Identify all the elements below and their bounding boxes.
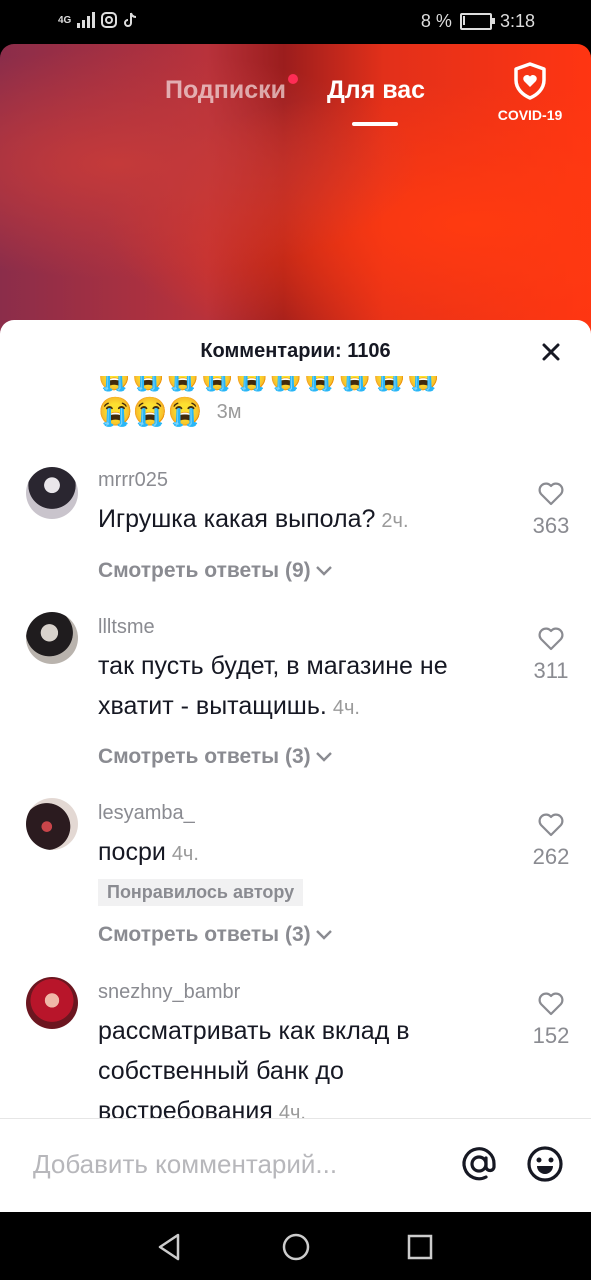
emoji-icon[interactable] — [526, 1145, 564, 1183]
comment-text: так пусть будет, в магазине не хватит - … — [98, 652, 448, 720]
like-count: 262 — [532, 844, 570, 869]
status-right: 8 % 3:18 — [421, 11, 535, 32]
liked-by-author-badge: Понравилось автору — [98, 879, 304, 906]
tab-following[interactable]: Подписки — [165, 76, 286, 105]
covid-label: COVID-19 — [497, 107, 563, 123]
home-icon[interactable] — [281, 1232, 311, 1262]
comment-username[interactable]: llltsme — [98, 616, 155, 639]
like-button[interactable]: 262 — [522, 812, 580, 870]
shield-heart-icon — [514, 62, 546, 100]
heart-icon — [538, 627, 564, 651]
like-button[interactable]: 363 — [522, 481, 580, 539]
network-label: 4G — [58, 14, 72, 26]
previous-comment-text: 😭😭😭😭😭😭😭😭😭😭 — [98, 376, 442, 392]
comment-username[interactable]: lesyamba_ — [98, 802, 195, 825]
comment-username[interactable]: snezhny_bambr — [98, 981, 240, 1004]
back-icon[interactable] — [154, 1232, 184, 1262]
chevron-down-icon — [315, 752, 332, 762]
comment-text: посри 4ч. — [98, 838, 199, 866]
comments-title: Комментарии: 1106 — [200, 340, 391, 362]
tab-for-you[interactable]: Для вас — [327, 76, 425, 105]
heart-icon — [538, 482, 564, 506]
view-replies-label: Смотреть ответы (3) — [98, 923, 311, 946]
comment-username[interactable]: mrrr025 — [98, 469, 168, 492]
view-replies-button[interactable]: Смотреть ответы (3) — [98, 923, 333, 947]
comment-time: 3м — [216, 400, 242, 423]
previous-comment: 😭😭😭😭😭😭😭😭😭😭 😭😭😭 3м — [98, 376, 518, 436]
avatar[interactable] — [26, 612, 78, 664]
like-button[interactable]: 311 — [522, 626, 580, 684]
close-icon[interactable] — [540, 341, 562, 363]
comment-text: Игрушка какая выпола? 2ч. — [98, 505, 409, 533]
heart-icon — [538, 813, 564, 837]
covid-button[interactable]: COVID-19 — [494, 62, 566, 123]
view-replies-button[interactable]: Смотреть ответы (9) — [98, 559, 333, 583]
comment-time: 4ч. — [171, 843, 199, 865]
notification-dot — [288, 74, 298, 84]
comment-input-bar: Добавить комментарий... — [0, 1118, 591, 1211]
view-replies-button[interactable]: Смотреть ответы (3) — [98, 745, 333, 769]
avatar[interactable] — [26, 467, 78, 519]
battery-icon — [459, 13, 495, 30]
system-nav-bar — [0, 1212, 591, 1280]
signal-icon — [77, 12, 96, 28]
status-bar: 4G 8 % 3:18 — [0, 0, 591, 44]
status-left: 4G — [58, 12, 137, 28]
battery-percent: 8 % — [420, 11, 452, 31]
like-count: 363 — [532, 513, 570, 538]
crying-emoji-icon: 😭😭😭 — [98, 396, 203, 427]
clock: 3:18 — [499, 11, 535, 31]
active-tab-indicator — [352, 122, 398, 126]
comment-input[interactable]: Добавить комментарий... — [33, 1149, 337, 1180]
view-replies-label: Смотреть ответы (3) — [98, 745, 311, 768]
mention-icon[interactable] — [460, 1145, 498, 1183]
recents-icon[interactable] — [405, 1232, 435, 1262]
comment-time: 4ч. — [332, 697, 360, 719]
like-button[interactable]: 152 — [522, 991, 580, 1049]
comment-time: 2ч. — [381, 510, 409, 532]
heart-icon — [538, 992, 564, 1016]
view-replies-label: Смотреть ответы (9) — [98, 559, 311, 582]
comments-sheet: Комментарии: 1106 😭😭😭😭😭😭😭😭😭😭 😭😭😭 3м mrrr… — [0, 320, 591, 1212]
chevron-down-icon — [315, 930, 332, 940]
like-count: 311 — [533, 658, 569, 683]
instagram-icon — [101, 12, 118, 28]
avatar[interactable] — [26, 798, 78, 850]
tiktok-icon — [124, 12, 137, 27]
chevron-down-icon — [315, 566, 332, 576]
like-count: 152 — [532, 1023, 570, 1048]
comment-text: рассматривать как вклад в собственный ба… — [98, 1017, 410, 1125]
avatar[interactable] — [26, 977, 78, 1029]
